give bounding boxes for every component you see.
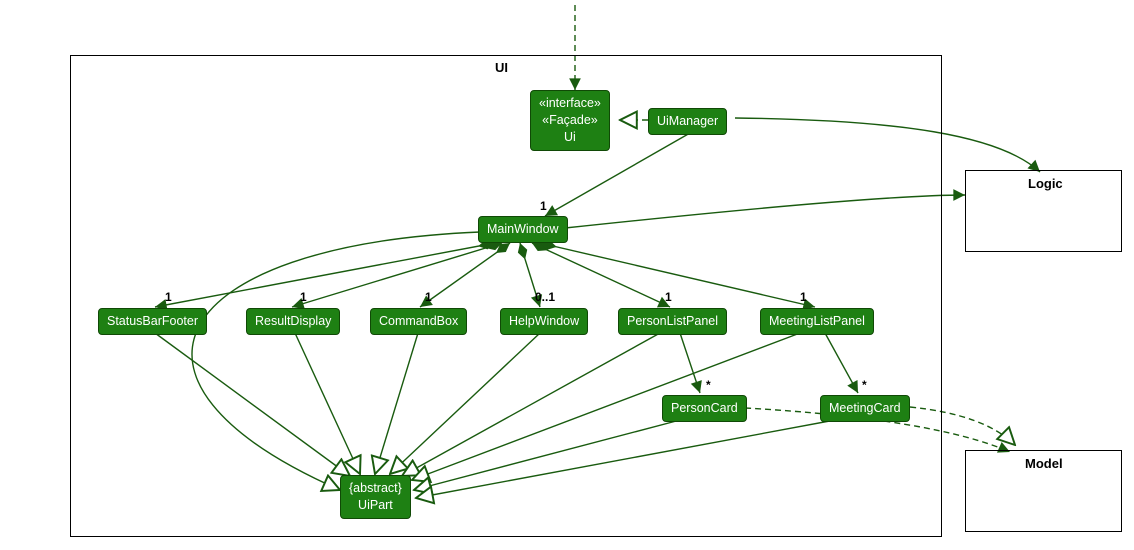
uimanager-label: UiManager	[657, 114, 718, 128]
package-ui	[70, 55, 942, 537]
resultdisplay-label: ResultDisplay	[255, 314, 331, 328]
mult-personlistpanel: 1	[665, 290, 672, 304]
personcard-label: PersonCard	[671, 401, 738, 415]
mult-meetingcard: *	[862, 378, 867, 392]
ui-interface-line3: Ui	[564, 130, 576, 144]
package-ui-label: UI	[495, 60, 508, 75]
node-helpwindow: HelpWindow	[500, 308, 588, 335]
mult-mainwindow: 1	[540, 199, 547, 213]
mult-statusbarfooter: 1	[165, 290, 172, 304]
mult-meetinglistpanel: 1	[800, 290, 807, 304]
meetingcard-label: MeetingCard	[829, 401, 901, 415]
uipart-line2: UiPart	[358, 498, 393, 512]
package-logic-label: Logic	[1028, 176, 1063, 191]
node-meetingcard: MeetingCard	[820, 395, 910, 422]
node-meetinglistpanel: MeetingListPanel	[760, 308, 874, 335]
node-personcard: PersonCard	[662, 395, 747, 422]
package-model-label: Model	[1025, 456, 1063, 471]
node-resultdisplay: ResultDisplay	[246, 308, 340, 335]
node-personlistpanel: PersonListPanel	[618, 308, 727, 335]
node-commandbox: CommandBox	[370, 308, 467, 335]
statusbarfooter-label: StatusBarFooter	[107, 314, 198, 328]
commandbox-label: CommandBox	[379, 314, 458, 328]
mult-resultdisplay: 1	[300, 290, 307, 304]
mult-helpwindow: 0..1	[535, 290, 555, 304]
node-uipart: {abstract} UiPart	[340, 475, 411, 519]
mult-commandbox: 1	[425, 290, 432, 304]
mainwindow-label: MainWindow	[487, 222, 559, 236]
mult-personcard: *	[706, 378, 711, 392]
meetinglistpanel-label: MeetingListPanel	[769, 314, 865, 328]
ui-interface-line2: «Façade»	[542, 113, 598, 127]
node-statusbarfooter: StatusBarFooter	[98, 308, 207, 335]
ui-interface-line1: «interface»	[539, 96, 601, 110]
node-uimanager: UiManager	[648, 108, 727, 135]
node-ui-interface: «interface» «Façade» Ui	[530, 90, 610, 151]
helpwindow-label: HelpWindow	[509, 314, 579, 328]
personlistpanel-label: PersonListPanel	[627, 314, 718, 328]
uipart-line1: {abstract}	[349, 481, 402, 495]
node-mainwindow: MainWindow	[478, 216, 568, 243]
